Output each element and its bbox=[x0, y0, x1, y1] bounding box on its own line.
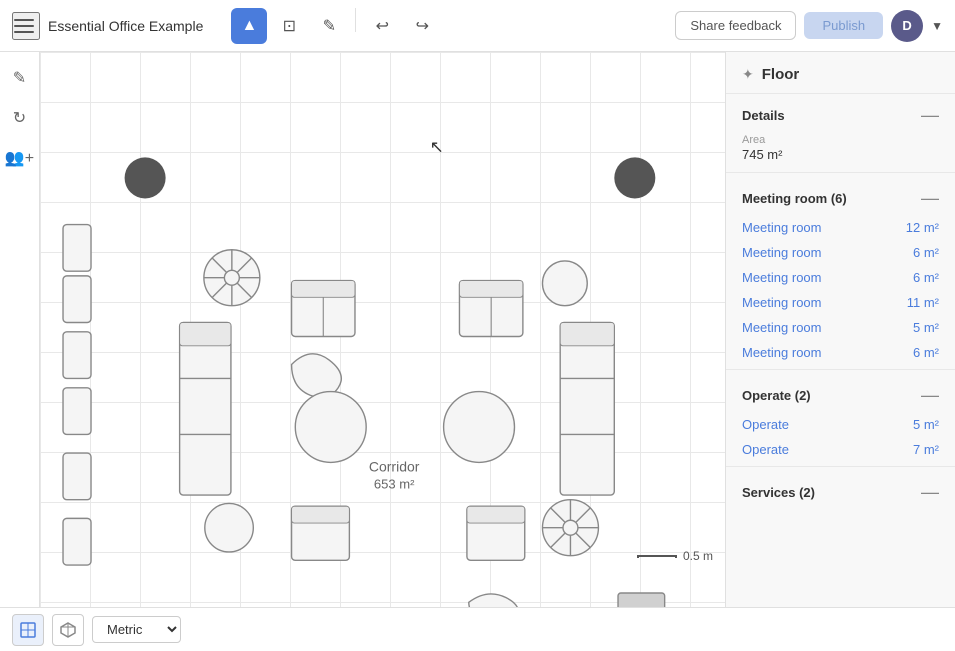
sparkle-icon: ✦ bbox=[742, 66, 754, 83]
select-tool[interactable]: ▲ bbox=[231, 8, 267, 44]
operate-item-name: Operate bbox=[742, 417, 789, 432]
area-tool[interactable]: ⊡ bbox=[271, 8, 307, 44]
operate-item-name: Operate bbox=[742, 442, 789, 457]
meeting-room-title: Meeting room (6) bbox=[742, 191, 847, 206]
meeting-room-item-area: 6 m² bbox=[913, 345, 939, 360]
redo-button[interactable]: ↪ bbox=[404, 8, 440, 44]
area-value: 745 m² bbox=[742, 147, 939, 162]
meeting-room-item-area: 11 m² bbox=[907, 295, 939, 310]
meeting-room-section-header: Meeting room (6) — bbox=[726, 177, 955, 215]
details-title: Details bbox=[742, 108, 785, 123]
user-menu-chevron[interactable]: ▼ bbox=[931, 19, 943, 33]
details-collapse[interactable]: — bbox=[921, 106, 939, 124]
services-section-header: Services (2) — bbox=[726, 471, 955, 509]
meeting-room-item-name: Meeting room bbox=[742, 345, 821, 360]
operate-collapse[interactable]: — bbox=[921, 386, 939, 404]
scale-bar: 0.5 m bbox=[637, 549, 713, 563]
meeting-room-item-name: Meeting room bbox=[742, 320, 821, 335]
toolbar-separator bbox=[355, 8, 356, 32]
panel-header: ✦ Floor bbox=[726, 52, 955, 94]
meeting-room-item-name: Meeting room bbox=[742, 245, 821, 260]
divider-3 bbox=[726, 466, 955, 467]
menu-button[interactable] bbox=[12, 12, 40, 40]
pen-tool[interactable]: ✎ bbox=[311, 8, 347, 44]
meeting-room-item[interactable]: Meeting room 11 m² bbox=[726, 290, 955, 315]
avatar[interactable]: D bbox=[891, 10, 923, 42]
canvas-area[interactable]: Corridor 653 m² ↖ 0.5 m bbox=[40, 52, 725, 607]
history-icon[interactable]: ↻ bbox=[4, 102, 36, 134]
meeting-room-collapse[interactable]: — bbox=[921, 189, 939, 207]
tool-group: ▲ ⊡ ✎ ↩ ↪ bbox=[231, 8, 440, 44]
canvas-grid bbox=[40, 52, 725, 607]
area-label: Area bbox=[742, 134, 939, 146]
operate-item[interactable]: Operate 5 m² bbox=[726, 412, 955, 437]
operate-item-area: 5 m² bbox=[913, 417, 939, 432]
details-section-header: Details — bbox=[726, 94, 955, 132]
scale-line bbox=[637, 555, 677, 558]
services-title: Services (2) bbox=[742, 485, 815, 500]
bottom-bar: Metric Imperial bbox=[0, 607, 955, 651]
meeting-room-item[interactable]: Meeting room 5 m² bbox=[726, 315, 955, 340]
meeting-room-item-name: Meeting room bbox=[742, 295, 821, 310]
main-content: ✎ ↻ 👥+ bbox=[0, 52, 955, 607]
panel-title: Floor bbox=[762, 66, 800, 83]
services-collapse[interactable]: — bbox=[921, 483, 939, 501]
left-sidebar: ✎ ↻ 👥+ bbox=[0, 52, 40, 607]
divider-1 bbox=[726, 172, 955, 173]
meeting-room-item-name: Meeting room bbox=[742, 220, 821, 235]
panel-scroll[interactable]: Details — Area 745 m² Meeting room (6) —… bbox=[726, 94, 955, 607]
divider-2 bbox=[726, 369, 955, 370]
meeting-room-item-area: 5 m² bbox=[913, 320, 939, 335]
toolbar: Essential Office Example ▲ ⊡ ✎ ↩ ↪ Share… bbox=[0, 0, 955, 52]
operate-list: Operate 5 m²Operate 7 m² bbox=[726, 412, 955, 462]
metric-dropdown[interactable]: Metric Imperial bbox=[92, 616, 181, 643]
meeting-room-item[interactable]: Meeting room 12 m² bbox=[726, 215, 955, 240]
share-feedback-button[interactable]: Share feedback bbox=[675, 11, 796, 40]
add-component-icon[interactable]: 👥+ bbox=[4, 142, 36, 174]
operate-section-header: Operate (2) — bbox=[726, 374, 955, 412]
publish-button[interactable]: Publish bbox=[804, 12, 883, 39]
meeting-room-item[interactable]: Meeting room 6 m² bbox=[726, 240, 955, 265]
meeting-room-item-area: 6 m² bbox=[913, 270, 939, 285]
meeting-room-item[interactable]: Meeting room 6 m² bbox=[726, 265, 955, 290]
meeting-room-item-name: Meeting room bbox=[742, 270, 821, 285]
3d-view-button[interactable] bbox=[52, 614, 84, 646]
undo-button[interactable]: ↩ bbox=[364, 8, 400, 44]
draw-icon[interactable]: ✎ bbox=[4, 62, 36, 94]
meeting-room-list: Meeting room 12 m²Meeting room 6 m²Meeti… bbox=[726, 215, 955, 365]
operate-title: Operate (2) bbox=[742, 388, 811, 403]
meeting-room-item-area: 12 m² bbox=[906, 220, 939, 235]
right-panel: ✦ Floor Details — Area 745 m² Meeting ro… bbox=[725, 52, 955, 607]
operate-item[interactable]: Operate 7 m² bbox=[726, 437, 955, 462]
operate-item-area: 7 m² bbox=[913, 442, 939, 457]
2d-view-button[interactable] bbox=[12, 614, 44, 646]
area-detail: Area 745 m² bbox=[726, 132, 955, 168]
meeting-room-item-area: 6 m² bbox=[913, 245, 939, 260]
scale-label: 0.5 m bbox=[683, 549, 713, 563]
app-title: Essential Office Example bbox=[48, 18, 203, 34]
meeting-room-item[interactable]: Meeting room 6 m² bbox=[726, 340, 955, 365]
